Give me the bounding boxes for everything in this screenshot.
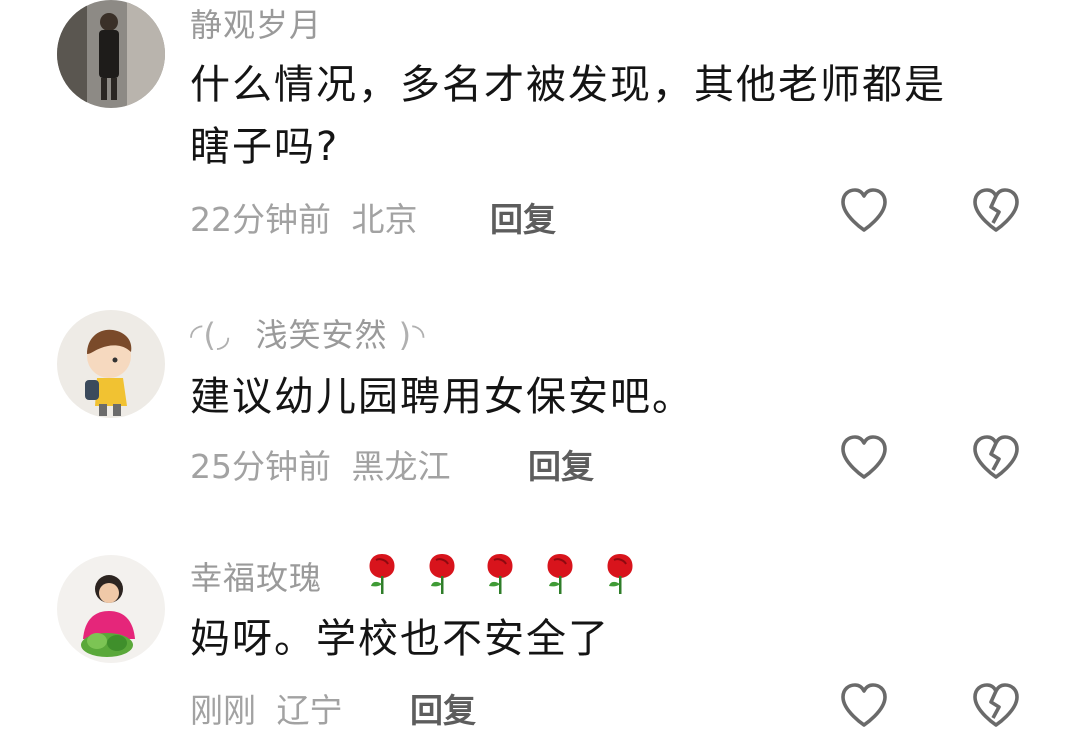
reply-button[interactable]: 回复 — [528, 440, 594, 488]
dislike-button[interactable] — [970, 680, 1022, 732]
rose-emoji — [362, 550, 402, 596]
username-decoration: ◜(◞ — [190, 316, 231, 354]
dislike-button[interactable] — [970, 185, 1022, 237]
like-button[interactable] — [838, 432, 890, 484]
rose-emoji — [480, 550, 520, 596]
comment-text-line: 建议幼儿园聘用女保安吧。 — [190, 374, 694, 420]
comment-location: 黑龙江 — [351, 447, 451, 486]
avatar[interactable] — [57, 0, 165, 108]
broken-heart-icon — [973, 188, 1019, 232]
heart-outline-icon — [841, 683, 887, 727]
rose-emoji — [540, 550, 580, 596]
rose-icon — [369, 554, 395, 594]
username-decoration: )◝ — [398, 316, 426, 354]
comment-text-line: 妈呀。学校也不安全了 — [190, 616, 610, 662]
avatar[interactable] — [57, 310, 165, 418]
comment-username[interactable]: 静观岁月 — [190, 0, 322, 46]
comment-text: 什么情况，多名才被发现，其他老师都是 瞎子吗? — [190, 54, 1030, 178]
comment-meta: 22分钟前 北京 — [190, 193, 418, 241]
comment-item: 静观岁月 什么情况，多名才被发现，其他老师都是 瞎子吗? 22分钟前 北京 回复 — [0, 0, 1072, 260]
avatar-photo — [57, 0, 165, 108]
avatar[interactable] — [57, 555, 165, 663]
comment-time: 22分钟前 — [190, 200, 331, 239]
comment-text-line: 什么情况，多名才被发现，其他老师都是 — [190, 62, 946, 108]
reply-button[interactable]: 回复 — [490, 193, 556, 241]
comment-meta: 25分钟前 黑龙江 — [190, 440, 451, 488]
rose-emoji — [422, 550, 462, 596]
comment-location: 北京 — [351, 200, 418, 239]
broken-heart-icon — [973, 683, 1019, 727]
heart-outline-icon — [841, 188, 887, 232]
like-button[interactable] — [838, 680, 890, 732]
comment-item: ◜(◞ 浅笑安然 )◝ 建议幼儿园聘用女保安吧。 25分钟前 黑龙江 回复 — [0, 300, 1072, 500]
dislike-button[interactable] — [970, 432, 1022, 484]
comment-username[interactable]: 幸福玫瑰 — [190, 553, 322, 599]
rose-icon — [607, 554, 633, 594]
rose-icon — [547, 554, 573, 594]
avatar-photo — [57, 555, 165, 663]
comment-text-line: 瞎子吗? — [190, 124, 340, 170]
username-text: 浅笑安然 — [255, 316, 388, 354]
comment-meta: 刚刚 辽宁 — [190, 684, 343, 732]
comment-time: 25分钟前 — [190, 447, 331, 486]
heart-outline-icon — [841, 435, 887, 479]
rose-icon — [429, 554, 455, 594]
avatar-cartoon — [57, 310, 165, 418]
comment-location: 辽宁 — [276, 691, 343, 730]
comment-text: 建议幼儿园聘用女保安吧。 — [190, 366, 1030, 428]
rose-emoji — [600, 550, 640, 596]
comment-time: 刚刚 — [190, 691, 256, 730]
comment-text: 妈呀。学校也不安全了 — [190, 608, 1030, 670]
comment-item: 幸福玫瑰 妈呀。学校也不安全了 刚刚 辽宁 回复 — [0, 550, 1072, 730]
broken-heart-icon — [973, 435, 1019, 479]
rose-icon — [487, 554, 513, 594]
comment-username[interactable]: ◜(◞ 浅笑安然 )◝ — [190, 310, 426, 356]
like-button[interactable] — [838, 185, 890, 237]
reply-button[interactable]: 回复 — [410, 684, 476, 732]
